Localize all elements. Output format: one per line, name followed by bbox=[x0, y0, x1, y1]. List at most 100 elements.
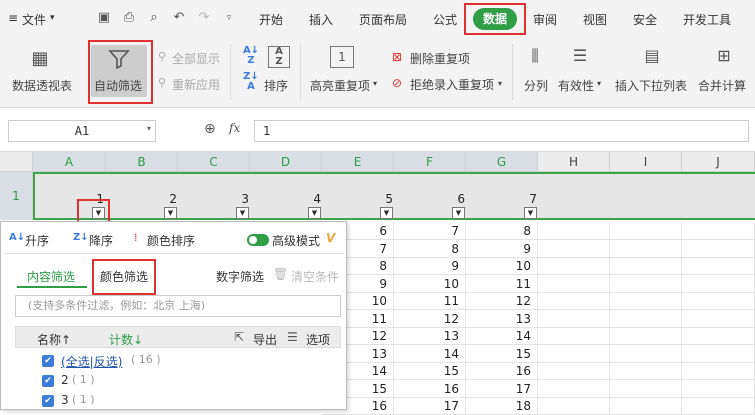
grid-cell[interactable] bbox=[610, 344, 682, 363]
chevron-down-icon[interactable]: ▾ bbox=[50, 13, 55, 23]
chevron-down-icon[interactable]: ▾ bbox=[373, 79, 377, 88]
hamburger-icon[interactable]: ≡ bbox=[8, 11, 18, 25]
filter-dropdown-icon[interactable]: ▼ bbox=[452, 207, 465, 219]
grid-cell[interactable] bbox=[538, 344, 610, 363]
column-header-c[interactable]: C bbox=[178, 152, 250, 172]
grid-cell[interactable]: 18 bbox=[466, 397, 538, 415]
corner-select-all[interactable] bbox=[0, 152, 33, 172]
sort-descending-button[interactable]: 降序 bbox=[89, 232, 113, 249]
grid-cell[interactable] bbox=[538, 257, 610, 275]
grid-cell[interactable] bbox=[538, 362, 610, 380]
tab-formula[interactable]: 公式 bbox=[433, 11, 457, 28]
tab-developer[interactable]: 开发工具 bbox=[683, 11, 731, 28]
tab-security[interactable]: 安全 bbox=[633, 11, 657, 28]
grid-cell[interactable]: 13 bbox=[394, 327, 466, 345]
grid-cell[interactable] bbox=[682, 257, 755, 275]
column-header-f[interactable]: F bbox=[394, 152, 466, 172]
row-header-1[interactable]: 1 bbox=[0, 172, 33, 220]
column-header-h[interactable]: H bbox=[538, 152, 610, 172]
column-header-d[interactable]: D bbox=[250, 152, 322, 172]
grid-cell[interactable]: 14 bbox=[394, 344, 466, 363]
grid-cell[interactable] bbox=[682, 379, 755, 398]
grid-cell[interactable] bbox=[538, 222, 610, 240]
sort-ascending-button[interactable]: 升序 bbox=[25, 232, 49, 249]
undo-icon[interactable]: ↶ bbox=[171, 10, 187, 26]
cell-c1[interactable]: 3 bbox=[229, 192, 249, 206]
grid-cell[interactable]: 15 bbox=[394, 362, 466, 380]
redo-icon[interactable]: ↷ bbox=[196, 10, 212, 26]
grid-cell[interactable] bbox=[610, 327, 682, 345]
grid-cell[interactable] bbox=[610, 379, 682, 398]
tab-insert[interactable]: 插入 bbox=[309, 11, 333, 28]
filter-dropdown-icon[interactable]: ▼ bbox=[308, 207, 321, 219]
filter-dropdown-icon[interactable]: ▼ bbox=[380, 207, 393, 219]
cell-d1[interactable]: 4 bbox=[301, 192, 321, 206]
grid-cell[interactable] bbox=[610, 362, 682, 380]
insert-dropdown-button[interactable]: 插入下拉列表 bbox=[615, 77, 687, 94]
grid-cell[interactable]: 10 bbox=[394, 274, 466, 293]
clear-conditions-button[interactable]: 清空条件 bbox=[291, 268, 339, 285]
grid-cell[interactable]: 8 bbox=[466, 222, 538, 240]
select-all-link[interactable]: (全选|反选) bbox=[61, 353, 122, 370]
grid-cell[interactable]: 10 bbox=[466, 257, 538, 275]
grid-cell[interactable] bbox=[682, 274, 755, 293]
grid-cell[interactable] bbox=[538, 327, 610, 345]
grid-cell[interactable]: 11 bbox=[394, 292, 466, 310]
checkbox-select-all[interactable]: ✔ bbox=[42, 355, 54, 367]
file-menu[interactable]: 文件 bbox=[22, 11, 46, 28]
grid-cell[interactable] bbox=[538, 309, 610, 328]
sort-button[interactable]: 排序 bbox=[264, 77, 288, 94]
filter-dropdown-icon[interactable]: ▼ bbox=[524, 207, 537, 219]
grid-cell[interactable] bbox=[682, 344, 755, 363]
pivot-table-button[interactable]: 数据透视表 bbox=[12, 77, 72, 94]
tab-home[interactable]: 开始 bbox=[259, 11, 283, 28]
column-header-a[interactable]: A bbox=[33, 152, 106, 172]
grid-cell[interactable] bbox=[610, 239, 682, 258]
cell-g1[interactable]: 7 bbox=[517, 192, 537, 206]
column-header-i[interactable]: I bbox=[610, 152, 682, 172]
grid-cell[interactable] bbox=[538, 274, 610, 293]
filter-dropdown-icon[interactable]: ▼ bbox=[164, 207, 177, 219]
tab-content-filter[interactable]: 内容筛选 bbox=[27, 268, 75, 285]
export-button[interactable]: 导出 bbox=[253, 331, 277, 348]
grid-cell[interactable] bbox=[538, 292, 610, 310]
grid-cell[interactable]: 16 bbox=[394, 379, 466, 398]
grid-cell[interactable]: 17 bbox=[466, 379, 538, 398]
grid-cell[interactable]: 15 bbox=[466, 344, 538, 363]
grid-cell[interactable] bbox=[538, 397, 610, 415]
grid-cell[interactable]: 17 bbox=[394, 397, 466, 415]
grid-cell[interactable]: 12 bbox=[394, 309, 466, 328]
checkbox-item[interactable]: ✔ bbox=[42, 395, 54, 407]
fx-icon[interactable]: fx bbox=[229, 121, 240, 135]
grid-cell[interactable] bbox=[610, 222, 682, 240]
reject-duplicates-button[interactable]: 拒绝录入重复项 bbox=[410, 76, 494, 93]
grid-cell[interactable] bbox=[682, 222, 755, 240]
count-sort-header[interactable]: 计数↓ bbox=[109, 331, 143, 348]
remove-duplicates-button[interactable]: 删除重复项 bbox=[410, 50, 470, 67]
print-icon[interactable]: ⎙ bbox=[121, 10, 137, 26]
column-header-e[interactable]: E bbox=[322, 152, 394, 172]
cell-f1[interactable]: 6 bbox=[445, 192, 465, 206]
formula-input[interactable]: 1 bbox=[254, 120, 749, 142]
grid-cell[interactable]: 8 bbox=[394, 239, 466, 258]
grid-cell[interactable] bbox=[682, 239, 755, 258]
grid-cell[interactable] bbox=[538, 379, 610, 398]
chevron-down-icon[interactable]: ▾ bbox=[597, 79, 601, 88]
reapply-button[interactable]: 重新应用 bbox=[172, 76, 220, 93]
cell-b1[interactable]: 2 bbox=[157, 192, 177, 206]
grid-cell[interactable] bbox=[682, 397, 755, 415]
zoom-icon[interactable]: ⊕ bbox=[204, 121, 216, 137]
grid-cell[interactable]: 16 bbox=[466, 362, 538, 380]
split-button[interactable]: 分列 bbox=[524, 77, 548, 94]
chevron-down-icon[interactable]: ▾ bbox=[147, 124, 151, 133]
name-box[interactable]: A1 bbox=[8, 120, 156, 142]
grid-cell[interactable] bbox=[610, 274, 682, 293]
save-icon[interactable]: ▣ bbox=[96, 10, 112, 26]
merge-calc-button[interactable]: 合并计算 bbox=[698, 77, 746, 94]
column-header-j[interactable]: J bbox=[682, 152, 755, 172]
grid-cell[interactable]: 13 bbox=[466, 309, 538, 328]
tab-view[interactable]: 视图 bbox=[583, 11, 607, 28]
grid-cell[interactable]: 12 bbox=[466, 292, 538, 310]
grid-cell[interactable] bbox=[538, 239, 610, 258]
grid-cell[interactable]: 14 bbox=[466, 327, 538, 345]
